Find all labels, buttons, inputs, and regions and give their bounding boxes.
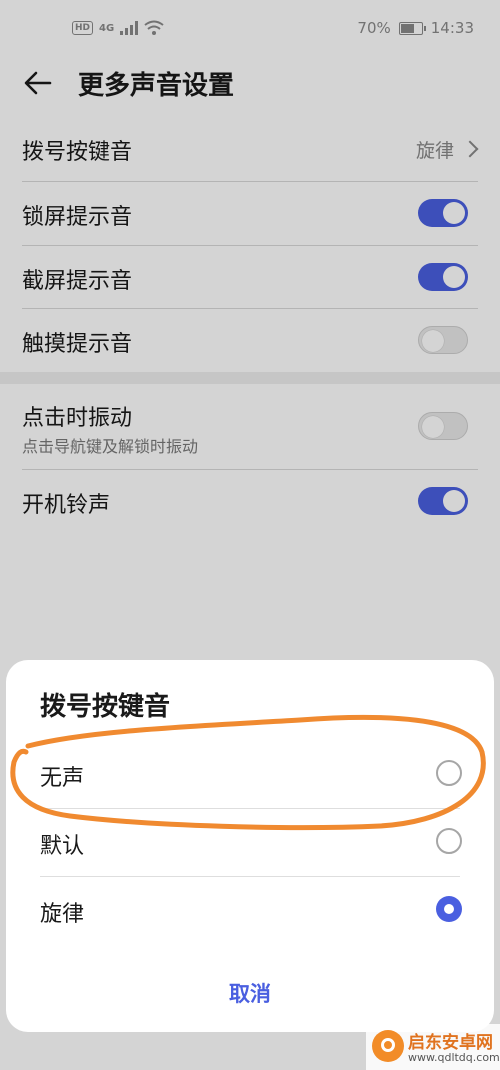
dialog-title: 拨号按键音 — [40, 692, 171, 722]
cancel-button[interactable]: 取消 — [200, 978, 300, 1008]
option-default[interactable]: 默认 — [40, 810, 462, 876]
radio-unselected-icon[interactable] — [436, 828, 462, 854]
radio-selected-icon[interactable] — [436, 896, 462, 922]
option-melody[interactable]: 旋律 — [40, 878, 462, 944]
dialpad-tone-dialog: 拨号按键音 无声 默认 旋律 取消 — [6, 660, 494, 1032]
site-watermark: 启东安卓网 www.qdltdq.com — [366, 1024, 500, 1070]
watermark-name: 启东安卓网 — [408, 1033, 493, 1053]
option-label: 无声 — [40, 766, 85, 791]
option-divider — [40, 876, 460, 877]
option-label: 默认 — [40, 834, 85, 859]
option-silent[interactable]: 无声 — [40, 742, 462, 808]
watermark-url: www.qdltdq.com — [408, 1051, 500, 1064]
radio-unselected-icon[interactable] — [436, 760, 462, 786]
watermark-logo-icon — [372, 1030, 404, 1062]
option-divider — [40, 808, 460, 809]
option-label: 旋律 — [40, 902, 85, 927]
